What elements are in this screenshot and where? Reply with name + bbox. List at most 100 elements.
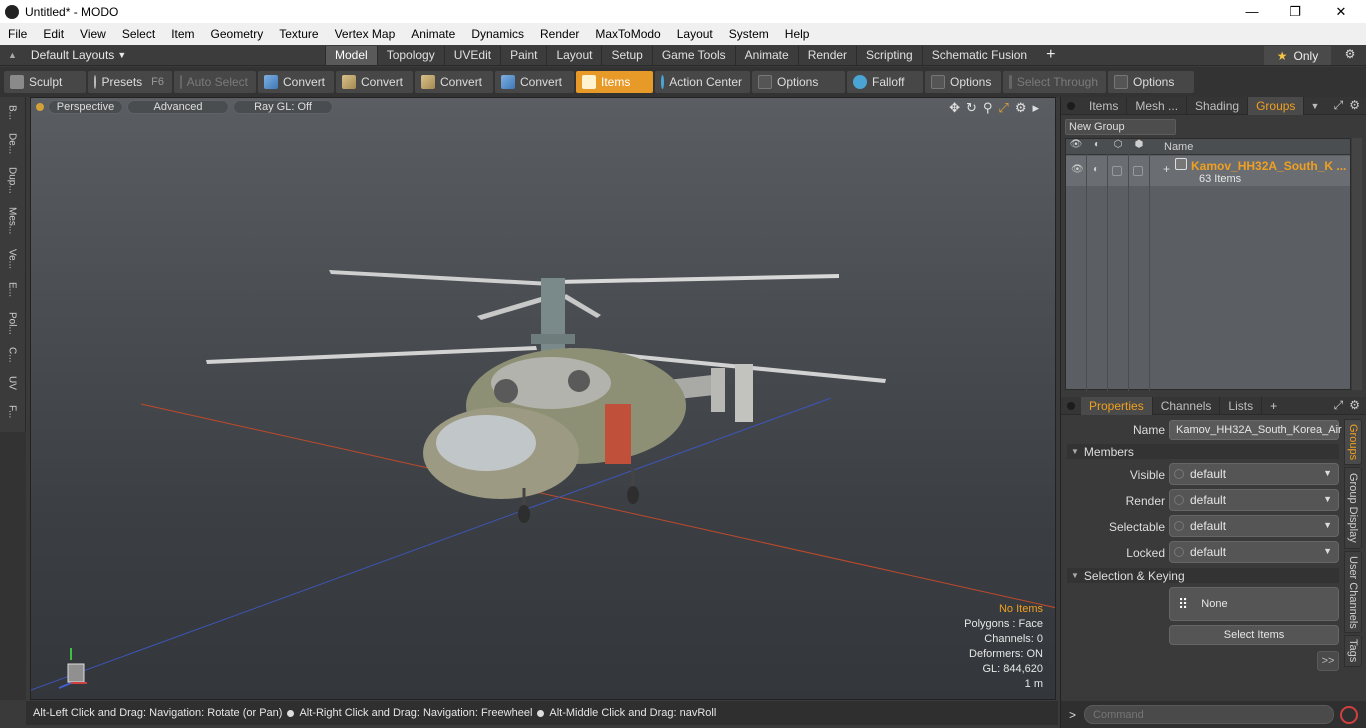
menu-vertex-map[interactable]: Vertex Map [327, 27, 404, 41]
select-through-button[interactable]: Select Through [1003, 71, 1106, 93]
name-column-header[interactable]: Name [1150, 141, 1193, 153]
default-layouts-dropdown[interactable]: ▲ Default Layouts ▼ [0, 45, 325, 66]
menu-help[interactable]: Help [777, 27, 818, 41]
select-items-button[interactable]: Select Items [1169, 625, 1339, 645]
menu-dynamics[interactable]: Dynamics [463, 27, 532, 41]
selection-keying-section[interactable]: ▼ Selection & Keying [1067, 568, 1339, 583]
add-tab-button[interactable]: + [1036, 46, 1065, 64]
render-dropdown[interactable]: default ▼ [1169, 489, 1339, 511]
left-tab-deform[interactable]: De... [3, 129, 21, 159]
new-group-button[interactable]: New Group [1065, 119, 1176, 135]
select-column-icon[interactable]: ⬢ [1129, 138, 1150, 155]
close-button[interactable]: ✕ [1318, 0, 1364, 23]
zoom-icon[interactable]: ⚲ [983, 100, 993, 116]
left-tab-mesh-edit[interactable]: Mes... [3, 201, 21, 241]
tab-model[interactable]: Model [325, 45, 377, 65]
menu-select[interactable]: Select [114, 27, 163, 41]
menu-geometry[interactable]: Geometry [203, 27, 272, 41]
viewport-gear-icon[interactable]: ⚙ [1015, 100, 1027, 116]
maximize-button[interactable]: ❐ [1272, 0, 1318, 23]
left-tab-edge[interactable]: E... [3, 277, 21, 303]
menu-maxtomodo[interactable]: MaxToModo [587, 27, 668, 41]
viewport-options-icon[interactable] [36, 103, 44, 111]
advanced-shading-button[interactable]: Advanced [127, 100, 229, 114]
add-tab-button[interactable]: + [1270, 399, 1277, 413]
visible-dropdown[interactable]: default ▼ [1169, 463, 1339, 485]
menu-item[interactable]: Item [163, 27, 202, 41]
command-input[interactable] [1084, 705, 1335, 724]
left-tab-vertex[interactable]: Ve... [3, 245, 21, 273]
members-section[interactable]: ▼ Members [1067, 444, 1339, 459]
tab-shading[interactable]: Shading [1187, 96, 1249, 115]
render-toggle-icon[interactable]: ◐ [1093, 164, 1099, 175]
tab-uvedit[interactable]: UVEdit [443, 45, 500, 65]
left-tab-polygon[interactable]: Pol... [3, 307, 21, 339]
visibility-column-icon[interactable]: 👁 [1066, 138, 1087, 155]
panel-menu-icon[interactable] [1067, 101, 1075, 110]
name-field[interactable]: Kamov_HH32A_South_Korea_Air [1169, 420, 1342, 440]
tab-animate[interactable]: Animate [734, 45, 798, 65]
selectable-dropdown[interactable]: default ▼ [1169, 515, 1339, 537]
vtab-group-display[interactable]: Group Display [1344, 467, 1362, 549]
menu-system[interactable]: System [721, 27, 777, 41]
rotate-view-icon[interactable]: ↻ [966, 100, 977, 116]
tab-lists[interactable]: Lists [1220, 396, 1263, 415]
render-column-icon[interactable]: ◐ [1087, 138, 1108, 155]
more-button[interactable]: >> [1317, 651, 1339, 671]
collapse-up-icon[interactable]: ▲ [8, 50, 17, 60]
menu-render[interactable]: Render [532, 27, 587, 41]
vtab-groups[interactable]: Groups [1344, 419, 1362, 465]
tab-schematic-fusion[interactable]: Schematic Fusion [921, 45, 1036, 65]
left-tab-fusion[interactable]: F... [3, 399, 21, 425]
left-tab-curve[interactable]: C... [3, 343, 21, 367]
tab-topology[interactable]: Topology [376, 45, 444, 65]
left-tab-uv[interactable]: UV [3, 371, 21, 395]
expand-panel-icon[interactable]: ⤢ [1334, 398, 1344, 413]
menu-texture[interactable]: Texture [271, 27, 326, 41]
none-selection-button[interactable]: ⠿ None [1169, 587, 1339, 621]
select-checkbox[interactable] [1133, 166, 1143, 176]
left-tab-duplicate[interactable]: Dup... [3, 163, 21, 197]
options-button-2[interactable]: Options [925, 71, 1001, 93]
group-row[interactable]: 👁 ◐ + Kamov_HH32A_South_K ... 63 Items [1066, 156, 1350, 186]
3d-viewport[interactable]: Perspective Advanced Ray GL: Off ✥ ↻ ⚲ ⤢… [30, 97, 1056, 700]
sculpt-button[interactable]: Sculpt [4, 71, 86, 93]
left-tab-basic[interactable]: B... [3, 101, 21, 125]
vtab-user-channels[interactable]: User Channels [1344, 551, 1362, 633]
tab-setup[interactable]: Setup [601, 45, 651, 65]
convert-button-2[interactable]: Convert [336, 71, 413, 93]
locked-dropdown[interactable]: default ▼ [1169, 541, 1339, 563]
chevron-down-icon[interactable]: ▼ [1310, 101, 1319, 111]
action-center-button[interactable]: Action Center [655, 71, 750, 93]
expand-arrow-icon[interactable]: ▸ [1032, 100, 1039, 116]
tab-mesh[interactable]: Mesh ... [1127, 96, 1188, 115]
lock-checkbox[interactable] [1112, 166, 1122, 176]
only-toggle[interactable]: ★ Only [1264, 46, 1331, 65]
menu-animate[interactable]: Animate [403, 27, 463, 41]
tab-properties[interactable]: Properties [1081, 396, 1153, 415]
expand-panel-icon[interactable]: ⤢ [1334, 98, 1344, 113]
visibility-eye-icon[interactable]: 👁 [1071, 164, 1084, 175]
tab-scripting[interactable]: Scripting [856, 45, 922, 65]
auto-select-button[interactable]: Auto Select [174, 71, 256, 93]
vtab-tags[interactable]: Tags [1344, 635, 1362, 667]
move-view-icon[interactable]: ✥ [949, 100, 960, 116]
view-mode-button[interactable]: Perspective [48, 100, 123, 114]
tab-game-tools[interactable]: Game Tools [651, 45, 735, 65]
falloff-button[interactable]: Falloff [847, 71, 923, 93]
menu-file[interactable]: File [0, 27, 35, 41]
stop-record-icon[interactable] [1340, 705, 1359, 724]
panel-menu-icon[interactable] [1067, 401, 1075, 410]
panel-gear-icon[interactable]: ⚙ [1349, 98, 1360, 113]
raygl-button[interactable]: Ray GL: Off [233, 100, 333, 114]
gear-icon[interactable]: ⚙ [1338, 47, 1362, 64]
tab-render[interactable]: Render [797, 45, 856, 65]
expand-plus-icon[interactable]: + [1163, 162, 1170, 176]
menu-edit[interactable]: Edit [35, 27, 72, 41]
options-button-1[interactable]: Options [752, 71, 845, 93]
group-name[interactable]: Kamov_HH32A_South_K ... [1191, 159, 1346, 173]
lock-column-icon[interactable]: ⬡ [1108, 138, 1129, 155]
options-button-3[interactable]: Options [1108, 71, 1194, 93]
fit-view-icon[interactable]: ⤢ [998, 100, 1008, 116]
tab-groups[interactable]: Groups [1248, 96, 1305, 115]
